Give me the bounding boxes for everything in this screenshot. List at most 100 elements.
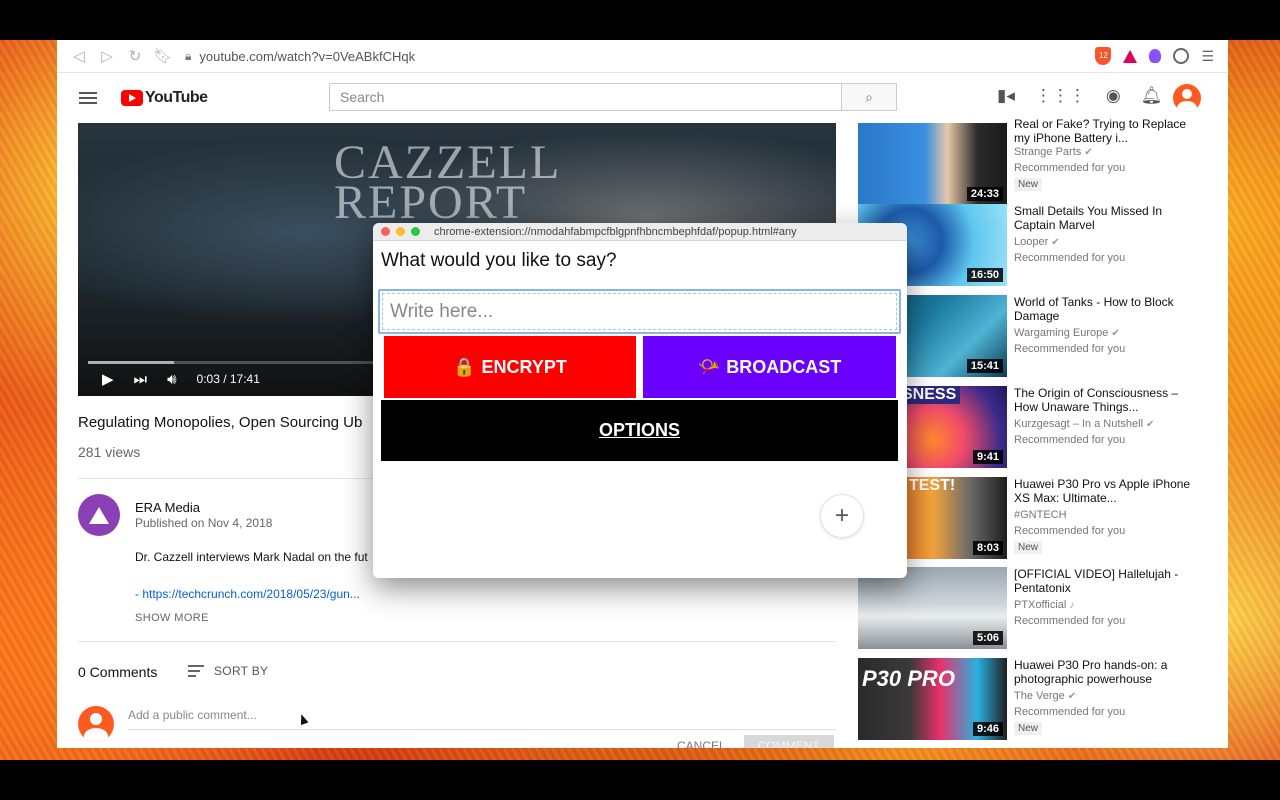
apps-grid-icon[interactable]: ⋮⋮⋮ <box>1035 86 1086 106</box>
duration-badge: 24:33 <box>966 187 1003 201</box>
description-link[interactable]: https://techcrunch.com/2018/05/23/gun... <box>142 587 359 601</box>
rec-channel: The Verge ✔ <box>1014 690 1076 702</box>
rec-channel: Kurzgesagt – In a Nutshell ✔ <box>1014 418 1154 430</box>
player-controls: ▶ ⏭︎ 🔊︎ 0:03 / 17:41 <box>102 370 260 389</box>
duration-badge: 9:46 <box>972 722 1003 736</box>
account-avatar[interactable] <box>1173 84 1201 112</box>
profile-icon[interactable] <box>1173 48 1190 64</box>
rec-channel: Looper ✔ <box>1014 236 1060 248</box>
back-arrow-icon[interactable]: ◁ <box>65 42 93 70</box>
rec-reason: Recommended for you <box>1014 252 1126 264</box>
rec-channel: PTXofficial ♪ <box>1014 599 1074 611</box>
extension-icons: 12 ☰ <box>1095 47 1220 65</box>
verified-icon: ✔ <box>1146 419 1155 430</box>
sort-icon <box>188 665 204 677</box>
triangle-logo-icon <box>89 506 109 524</box>
cancel-button[interactable]: CANCEL <box>677 739 726 748</box>
rec-channel-name: Kurzgesagt – In a Nutshell <box>1014 418 1144 430</box>
logo-text: YouTube <box>145 89 208 106</box>
comment-button[interactable]: COMMENT <box>743 735 834 748</box>
duration-badge: 15:41 <box>966 359 1003 373</box>
extension-popup: chrome-extension://nmodahfabmpcfblgpnfhb… <box>373 223 907 578</box>
reload-icon[interactable]: ↻ <box>121 42 149 70</box>
comment-input[interactable]: Add a public comment... <box>128 708 836 730</box>
bookmark-icon[interactable]: 🔖︎ <box>149 42 177 70</box>
zoom-window-icon[interactable] <box>411 227 420 236</box>
list-item[interactable]: 5:06 [OFFICIAL VIDEO] Hallelujah - Penta… <box>858 567 1218 649</box>
play-icon[interactable]: ▶ <box>102 370 114 388</box>
comment-actions: CANCEL COMMENT <box>677 735 834 748</box>
popup-url: chrome-extension://nmodahfabmpcfblgpnfhb… <box>434 225 797 238</box>
video-thumbnail[interactable]: 24:33 <box>858 123 1007 205</box>
search-box: Search ⌕ <box>329 83 897 111</box>
encrypt-button[interactable]: 🔒 ENCRYPT <box>384 336 636 398</box>
rec-channel: Strange Parts ✔ <box>1014 146 1093 158</box>
brave-badge: 12 <box>1098 51 1108 60</box>
video-title: Regulating Monopolies, Open Sourcing Ub <box>78 414 363 431</box>
channel-name[interactable]: ERA Media <box>135 500 200 515</box>
rec-title[interactable]: Huawei P30 Pro vs Apple iPhone XS Max: U… <box>1014 477 1194 505</box>
search-input[interactable]: Search <box>329 83 841 111</box>
rec-channel-name: Wargaming Europe <box>1014 327 1109 339</box>
next-icon[interactable]: ⏭︎ <box>134 371 148 388</box>
new-badge: New <box>1014 722 1043 735</box>
list-item[interactable]: MERA TEST! 8:03 Huawei P30 Pro vs Apple … <box>858 477 1218 559</box>
verified-icon: ✔ <box>1111 328 1120 339</box>
brave-shield-icon[interactable]: 12 <box>1095 47 1112 65</box>
rewards-triangle-icon[interactable] <box>1123 49 1138 63</box>
add-button[interactable]: + <box>820 494 864 538</box>
rec-title[interactable]: [OFFICIAL VIDEO] Hallelujah - Pentatonix <box>1014 567 1194 595</box>
video-thumbnail[interactable]: P30 PRO 9:46 <box>858 658 1007 740</box>
address-bar-row: ◁ ▷ ↻ 🔖︎ 🔒︎ youtube.com/watch?v=0VeABkfC… <box>57 40 1228 73</box>
show-more-button[interactable]: SHOW MORE <box>135 612 209 624</box>
rec-channel: #GNTECH <box>1014 509 1067 521</box>
close-window-icon[interactable] <box>381 227 390 236</box>
address-field[interactable]: 🔒︎ youtube.com/watch?v=0VeABkfCHqk <box>177 41 1095 71</box>
rec-title[interactable]: Real or Fake? Trying to Replace my iPhon… <box>1014 117 1194 145</box>
commenter-avatar <box>78 706 114 742</box>
list-item[interactable]: 15:41 World of Tanks - How to Block Dama… <box>858 295 1218 377</box>
channel-avatar[interactable] <box>78 494 120 536</box>
rec-reason: Recommended for you <box>1014 162 1126 174</box>
messages-icon[interactable]: ◉ <box>1106 86 1121 106</box>
rec-reason: Recommended for you <box>1014 525 1126 537</box>
volume-icon[interactable]: 🔊︎ <box>167 371 176 388</box>
thumb-caption: P30 PRO <box>862 666 955 691</box>
list-item[interactable]: CIOUSNESS 9:41 The Origin of Consciousne… <box>858 386 1218 468</box>
rec-channel-name: Strange Parts <box>1014 146 1082 158</box>
popup-titlebar: chrome-extension://nmodahfabmpcfblgpnfhb… <box>373 223 907 241</box>
minimize-window-icon[interactable] <box>396 227 405 236</box>
header-actions: ▮◂ ⋮⋮⋮ ◉ 🔔︎ <box>997 86 1162 106</box>
rec-title[interactable]: Small Details You Missed In Captain Marv… <box>1014 204 1194 232</box>
youtube-header: YouTube Search ⌕ ▮◂ ⋮⋮⋮ ◉ 🔔︎ <box>57 73 1228 123</box>
list-item[interactable]: 24:33 Real or Fake? Trying to Replace my… <box>858 117 1218 205</box>
duration-badge: 8:03 <box>972 541 1003 555</box>
rec-title[interactable]: World of Tanks - How to Block Damage <box>1014 295 1194 323</box>
list-item[interactable]: P30 PRO 9:46 Huawei P30 Pro hands-on: a … <box>858 658 1218 740</box>
verified-icon: ✔ <box>1051 237 1060 248</box>
search-icon[interactable]: ⌕ <box>841 83 897 111</box>
message-input[interactable]: Write here... <box>378 289 901 334</box>
new-badge: New <box>1014 541 1043 554</box>
rec-title[interactable]: Huawei P30 Pro hands-on: a photographic … <box>1014 658 1194 686</box>
menu-icon[interactable] <box>79 92 97 104</box>
music-note-icon: ♪ <box>1069 600 1075 611</box>
sort-by-label: SORT BY <box>214 664 269 678</box>
rec-title[interactable]: The Origin of Consciousness – How Unawar… <box>1014 386 1194 414</box>
rec-channel-name: PTXofficial <box>1014 599 1067 611</box>
youtube-logo[interactable]: YouTube <box>121 89 208 107</box>
divider <box>78 641 836 642</box>
comments-count: 0 Comments <box>78 664 158 680</box>
sort-by-button[interactable]: SORT BY <box>188 664 268 678</box>
verified-icon: ✔ <box>1084 147 1093 158</box>
extension-bulb-icon[interactable] <box>1149 49 1162 63</box>
popup-prompt: What would you like to say? <box>381 250 617 271</box>
forward-arrow-icon[interactable]: ▷ <box>93 42 121 70</box>
create-video-icon[interactable]: ▮◂ <box>997 86 1015 106</box>
broadcast-button[interactable]: 📯 BROADCAST <box>643 336 896 398</box>
video-thumbnail[interactable]: 5:06 <box>858 567 1007 649</box>
list-item[interactable]: 16:50 Small Details You Missed In Captai… <box>858 204 1218 286</box>
options-button[interactable]: OPTIONS <box>381 400 898 461</box>
bell-icon[interactable]: 🔔︎ <box>1141 86 1163 106</box>
browser-menu-icon[interactable]: ☰ <box>1201 48 1214 65</box>
